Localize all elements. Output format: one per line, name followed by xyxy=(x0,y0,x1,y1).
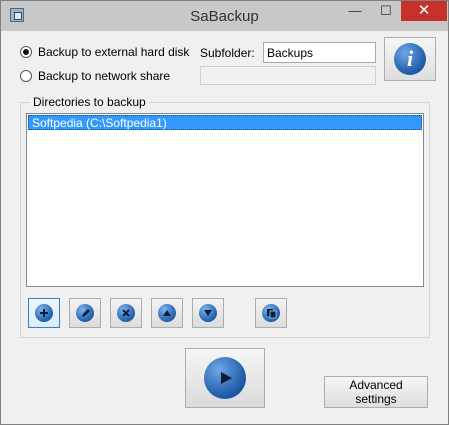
edit-directory-button[interactable] xyxy=(69,298,101,328)
radio-network-share[interactable]: Backup to network share xyxy=(20,69,170,83)
radio-button-unchecked[interactable] xyxy=(20,70,32,82)
close-button[interactable]: ✕ xyxy=(401,1,447,21)
add-directory-button[interactable] xyxy=(28,298,60,328)
arrow-up-icon xyxy=(158,304,176,322)
subfolder-label: Subfolder: xyxy=(200,46,255,60)
copy-button[interactable] xyxy=(255,298,287,328)
copy-icon xyxy=(262,304,280,322)
advanced-settings-button[interactable]: Advanced settings xyxy=(324,376,428,408)
start-backup-button[interactable] xyxy=(185,348,265,408)
info-button[interactable]: i xyxy=(384,37,436,81)
radio-external-disk-label: Backup to external hard disk xyxy=(38,45,190,59)
minimize-button[interactable]: — xyxy=(341,1,369,21)
directories-list[interactable]: Softpedia (C:\Softpedia1) xyxy=(26,113,424,287)
network-path-input[interactable] xyxy=(200,66,376,85)
subfolder-input[interactable] xyxy=(263,42,376,63)
maximize-button[interactable]: ☐ xyxy=(372,1,400,21)
list-item[interactable]: Softpedia (C:\Softpedia1) xyxy=(28,115,422,130)
move-down-button[interactable] xyxy=(192,298,224,328)
delete-icon xyxy=(117,304,135,322)
title-bar: SaBackup — ☐ ✕ xyxy=(1,1,448,31)
directories-group-title: Directories to backup xyxy=(30,95,149,109)
pencil-icon xyxy=(76,304,94,322)
move-up-button[interactable] xyxy=(151,298,183,328)
info-icon: i xyxy=(394,43,426,75)
plus-icon xyxy=(35,304,53,322)
play-icon xyxy=(204,357,246,399)
radio-button-checked[interactable] xyxy=(20,46,32,58)
radio-network-share-label: Backup to network share xyxy=(38,69,171,83)
remove-directory-button[interactable] xyxy=(110,298,142,328)
sabackup-window: SaBackup — ☐ ✕ Backup to external hard d… xyxy=(0,0,449,425)
arrow-down-icon xyxy=(199,304,217,322)
radio-external-disk[interactable]: Backup to external hard disk xyxy=(20,45,189,59)
